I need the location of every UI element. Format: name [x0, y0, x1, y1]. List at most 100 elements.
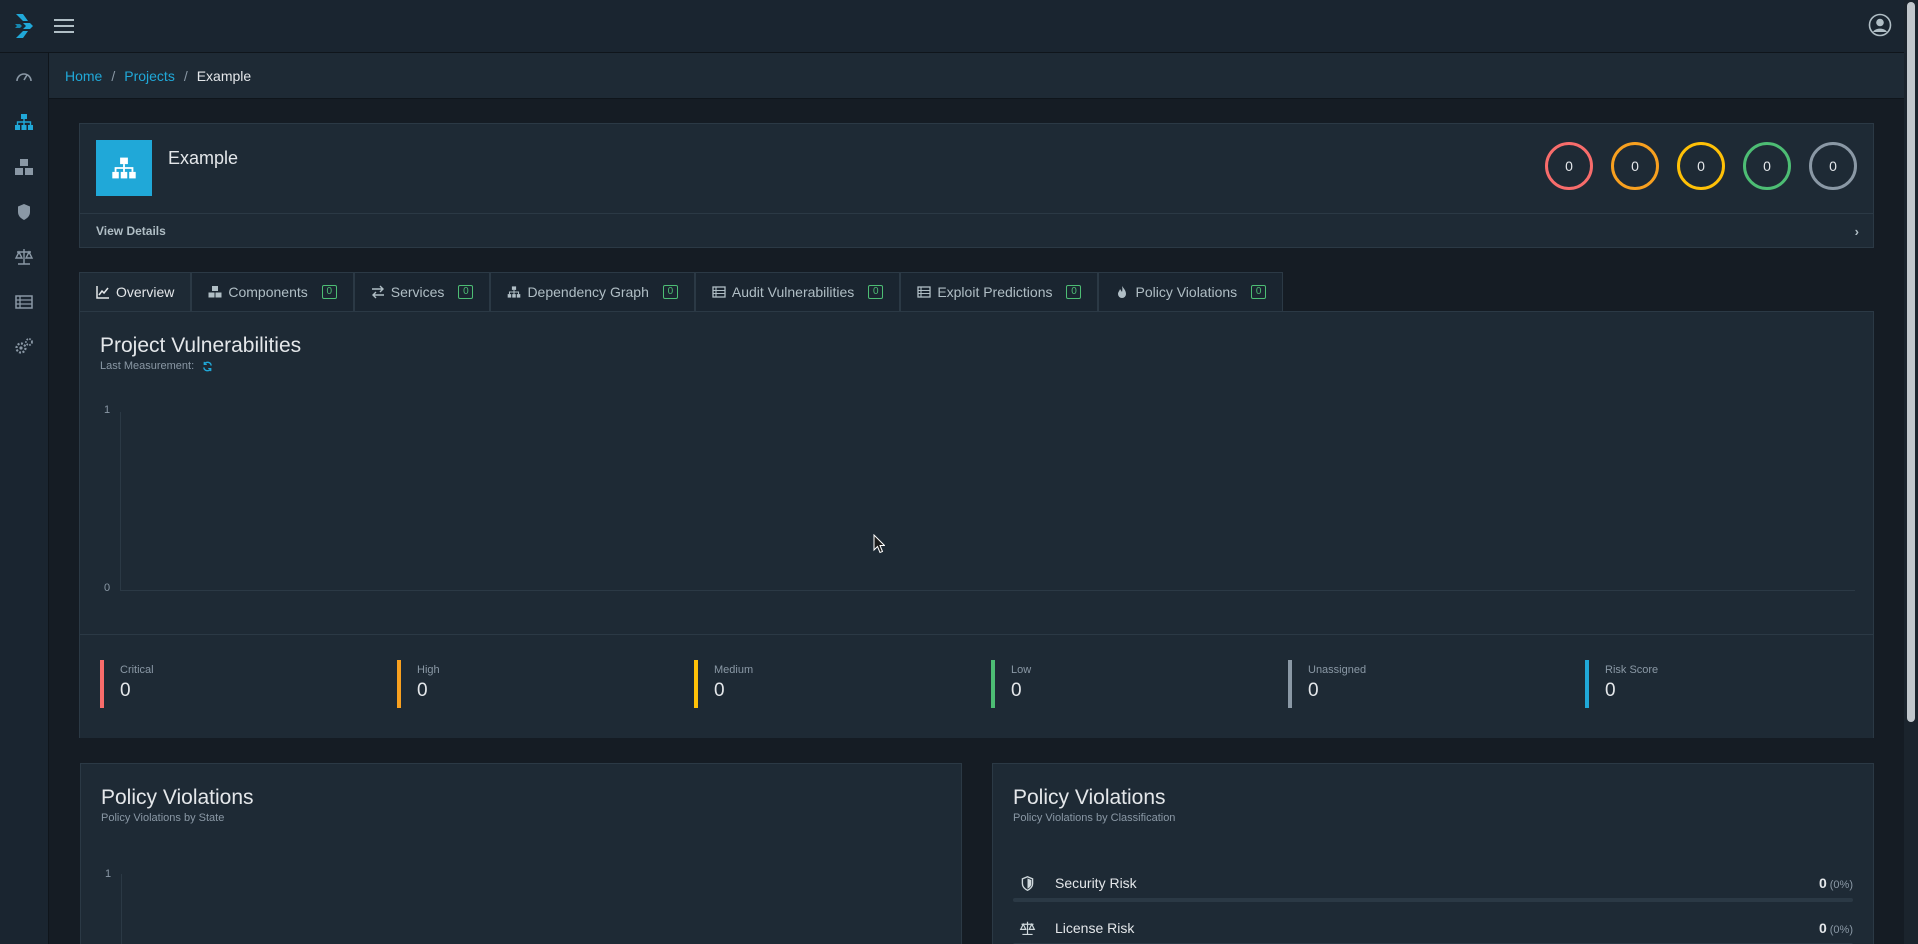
tab-count-badge: 0: [868, 285, 884, 299]
last-measurement: Last Measurement:: [100, 360, 213, 372]
sidebar-item-dashboard[interactable]: [0, 55, 48, 99]
project-vulnerabilities-panel: Project Vulnerabilities Last Measurement…: [79, 311, 1874, 738]
tasks-icon: [917, 286, 931, 298]
breadcrumb-separator: /: [183, 67, 188, 84]
sidebar-toggle-button[interactable]: [54, 16, 74, 34]
severity-circle-unassigned: 0: [1809, 142, 1857, 190]
stat-low: Low 0: [991, 660, 1031, 708]
breadcrumb-current: Example: [196, 67, 252, 84]
cubes-icon: [208, 286, 222, 298]
sidebar-item-tags[interactable]: [0, 280, 48, 324]
sidebar-item-licenses[interactable]: [0, 235, 48, 279]
license-risk-row: License Risk 0 (0%): [1013, 914, 1853, 944]
view-details-label: View Details: [96, 224, 166, 238]
stat-label: Medium: [714, 664, 754, 676]
severity-circle-high: 0: [1611, 142, 1659, 190]
gears-icon: [15, 338, 33, 354]
sidebar-item-components[interactable]: [0, 145, 48, 189]
shield-icon: [1021, 875, 1034, 892]
stat-label: Critical: [120, 664, 154, 676]
sitemap-icon: [15, 114, 33, 130]
tab-count-badge: 0: [662, 285, 678, 299]
security-risk-row: Security Risk 0 (0%): [1013, 869, 1853, 903]
breadcrumb-separator: /: [111, 67, 116, 84]
fire-icon: [1118, 286, 1127, 298]
sidebar-item-vulnerabilities[interactable]: [0, 190, 48, 234]
tab-count-badge: 0: [458, 285, 474, 299]
stat-value: 0: [714, 680, 725, 701]
last-measurement-label: Last Measurement:: [100, 360, 195, 372]
risk-count: 0 (0%): [1819, 875, 1853, 891]
stat-label: Low: [1011, 664, 1032, 676]
risk-count: 0 (0%): [1819, 920, 1853, 936]
stat-label: High: [417, 664, 440, 676]
project-header-card: Example 0 0 0 0 0 View Details ›: [79, 123, 1874, 248]
speedometer-icon: [16, 73, 32, 82]
stat-label: Unassigned: [1308, 664, 1367, 676]
tab-count-badge: 0: [321, 285, 337, 299]
tab-exploit-predictions[interactable]: Exploit Predictions 0: [900, 272, 1099, 311]
vulnerability-chart: 1 0: [100, 404, 1860, 622]
panel-title: Policy Violations: [1013, 786, 1166, 809]
view-details-link[interactable]: View Details ›: [80, 213, 1873, 248]
refresh-icon[interactable]: [202, 361, 213, 372]
risk-count-value: 0: [1818, 875, 1827, 891]
panel-subtitle: Policy Violations by State: [101, 812, 225, 824]
panel-title: Project Vulnerabilities: [100, 334, 302, 357]
sidebar-item-administration[interactable]: [0, 325, 48, 369]
tab-services[interactable]: Services 0: [353, 272, 491, 311]
sidebar: [0, 53, 49, 944]
tab-policy-violations[interactable]: Policy Violations 0: [1098, 272, 1284, 311]
severity-summary: 0 0 0 0 0: [1545, 142, 1857, 190]
y-tick-label: 0: [104, 582, 111, 594]
sidebar-item-projects[interactable]: [0, 100, 48, 144]
tab-label: Policy Violations: [1135, 284, 1238, 300]
user-profile-icon[interactable]: [1868, 13, 1892, 37]
y-tick-label: 1: [104, 404, 111, 416]
risk-label: Security Risk: [1055, 875, 1137, 891]
tab-components[interactable]: Components 0: [191, 272, 354, 311]
dependency-track-logo-icon[interactable]: [14, 12, 34, 40]
x-axis: [120, 590, 1855, 591]
y-axis: [120, 412, 121, 590]
page-scrollbar[interactable]: [1904, 0, 1918, 944]
panel-subtitle: Policy Violations by Classification: [1013, 812, 1176, 824]
list-icon: [15, 295, 33, 309]
project-name: Example: [168, 148, 239, 168]
tab-dependency-graph[interactable]: Dependency Graph 0: [490, 272, 695, 311]
line-chart-icon: [96, 286, 109, 299]
breadcrumb-projects-link[interactable]: Projects: [124, 68, 175, 84]
stat-value: 0: [1011, 680, 1022, 701]
tab-label: Dependency Graph: [527, 284, 649, 300]
scrollbar-thumb[interactable]: [1907, 2, 1915, 722]
tasks-icon: [712, 286, 726, 298]
project-avatar: [96, 140, 152, 196]
policy-violations-classification-panel: Policy Violations Policy Violations by C…: [992, 763, 1874, 944]
tab-audit-vulnerabilities[interactable]: Audit Vulnerabilities 0: [694, 272, 901, 311]
stat-medium: Medium 0: [694, 660, 753, 708]
y-axis: [121, 874, 122, 944]
risk-label: License Risk: [1055, 920, 1135, 936]
panel-title: Policy Violations: [101, 786, 254, 809]
stat-unassigned: Unassigned 0: [1288, 660, 1366, 708]
balance-scale-icon: [1019, 921, 1036, 936]
stat-value: 0: [417, 680, 428, 701]
risk-percent: (0%): [1829, 924, 1853, 936]
severity-circle-medium: 0: [1677, 142, 1725, 190]
chevron-right-icon: ›: [1854, 224, 1859, 239]
sitemap-icon: [112, 157, 136, 179]
policy-violations-state-panel: Policy Violations Policy Violations by S…: [80, 763, 962, 944]
severity-circle-low: 0: [1743, 142, 1791, 190]
sitemap-icon: [508, 286, 521, 298]
severity-stats-row: Critical 0 High 0 Medium 0 Low 0 Unassig…: [80, 634, 1873, 738]
stat-risk-score: Risk Score 0: [1585, 660, 1658, 708]
y-tick-label: 1: [105, 868, 112, 880]
risk-percent: (0%): [1829, 879, 1853, 891]
tab-label: Services: [390, 284, 445, 300]
tab-overview[interactable]: Overview: [79, 272, 192, 311]
risk-count-value: 0: [1818, 920, 1827, 936]
balance-scale-icon: [14, 249, 34, 265]
breadcrumb-home-link[interactable]: Home: [65, 68, 102, 84]
stat-critical: Critical 0: [100, 660, 154, 708]
exchange-icon: [371, 285, 384, 299]
